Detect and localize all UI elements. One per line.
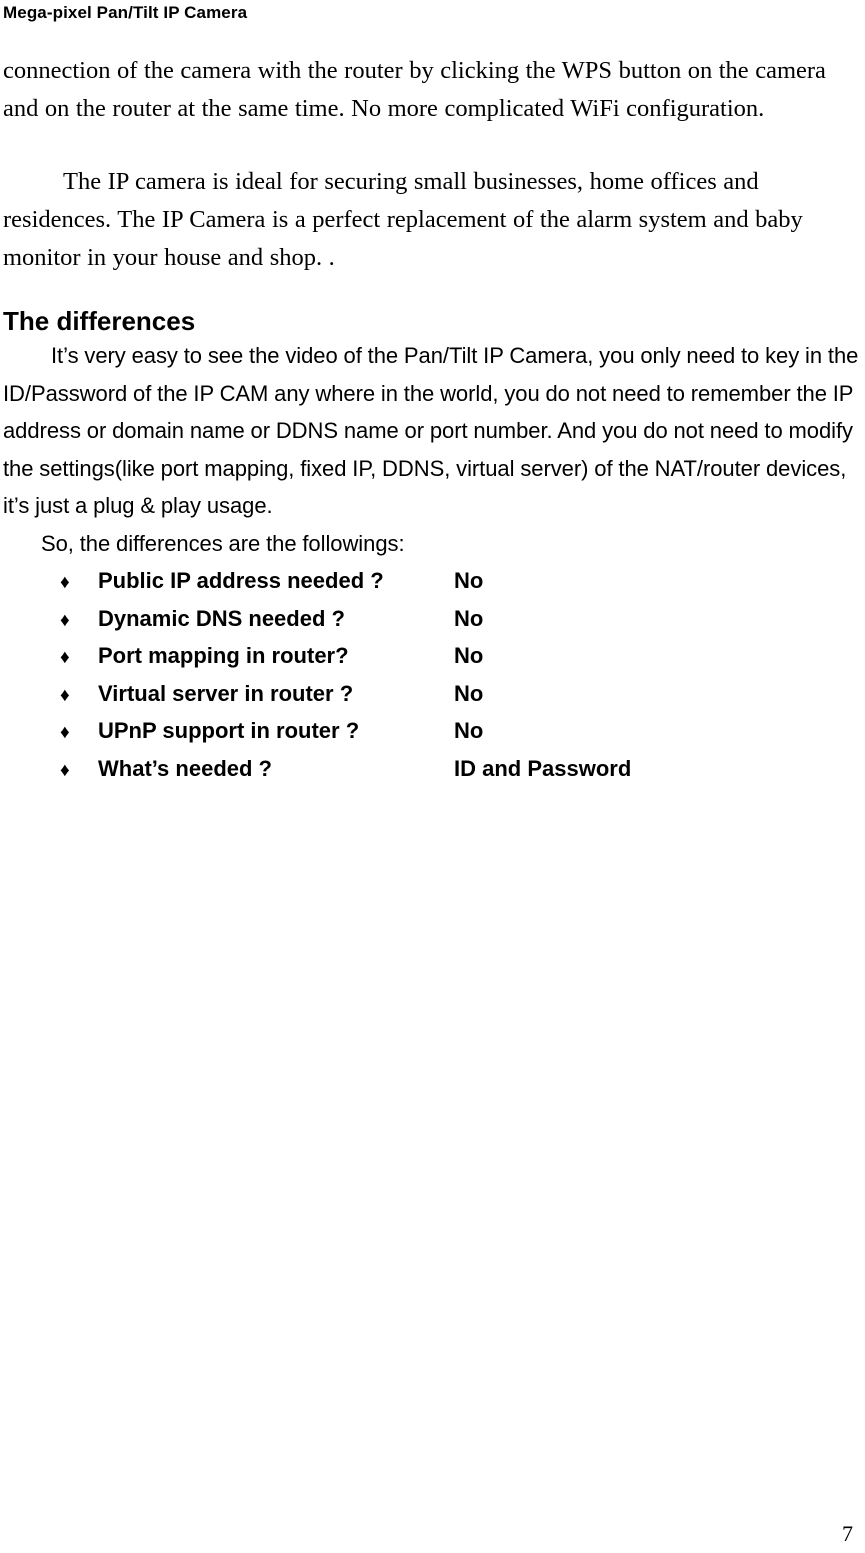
list-item-answer: No (454, 568, 484, 593)
differences-list: ♦ Public IP address needed ? No ♦ Dynami… (2, 562, 863, 787)
list-item-answer: No (454, 605, 484, 631)
diamond-bullet-icon: ♦ (60, 609, 70, 631)
list-item: ♦ What’s needed ? ID and Password (2, 750, 863, 788)
list-item-answer: ID and Password (454, 755, 632, 781)
paragraph-differences-intro: It’s very easy to see the video of the P… (3, 343, 859, 518)
diamond-bullet-icon: ♦ (60, 647, 70, 668)
list-item-answer: No (454, 718, 484, 743)
paragraph-ideal-use: The IP camera is ideal for securing smal… (3, 168, 803, 271)
list-item-question: UPnP support in router ? (98, 718, 360, 743)
list-item: ♦ UPnP support in router ? No (2, 712, 863, 750)
list-item-question: Virtual server in router ? (98, 680, 354, 706)
diamond-bullet-icon: ♦ (60, 572, 70, 593)
paragraph-list-lead-in: So, the differences are the followings: (41, 530, 405, 556)
diamond-bullet-icon: ♦ (60, 722, 70, 743)
list-item-question: Dynamic DNS needed ? (98, 605, 345, 631)
list-item: ♦ Virtual server in router ? No (2, 675, 863, 713)
page-number: 7 (842, 1521, 853, 1546)
running-header: Mega-pixel Pan/Tilt IP Camera (3, 3, 248, 22)
section-heading-the-differences: The differences (3, 306, 196, 336)
diamond-bullet-icon: ♦ (60, 759, 70, 781)
list-item: ♦ Public IP address needed ? No (2, 562, 863, 600)
list-item-answer: No (454, 643, 484, 668)
list-item: ♦ Dynamic DNS needed ? No (2, 600, 863, 638)
list-item-question: What’s needed ? (98, 755, 272, 781)
paragraph-connection: connection of the camera with the router… (3, 57, 826, 122)
list-item-question: Public IP address needed ? (98, 568, 384, 593)
document-page: Mega-pixel Pan/Tilt IP Camera connection… (0, 0, 865, 1553)
list-item-question: Port mapping in router? (98, 643, 349, 668)
list-item-answer: No (454, 680, 484, 706)
diamond-bullet-icon: ♦ (60, 684, 70, 706)
list-item: ♦ Port mapping in router? No (2, 637, 863, 675)
